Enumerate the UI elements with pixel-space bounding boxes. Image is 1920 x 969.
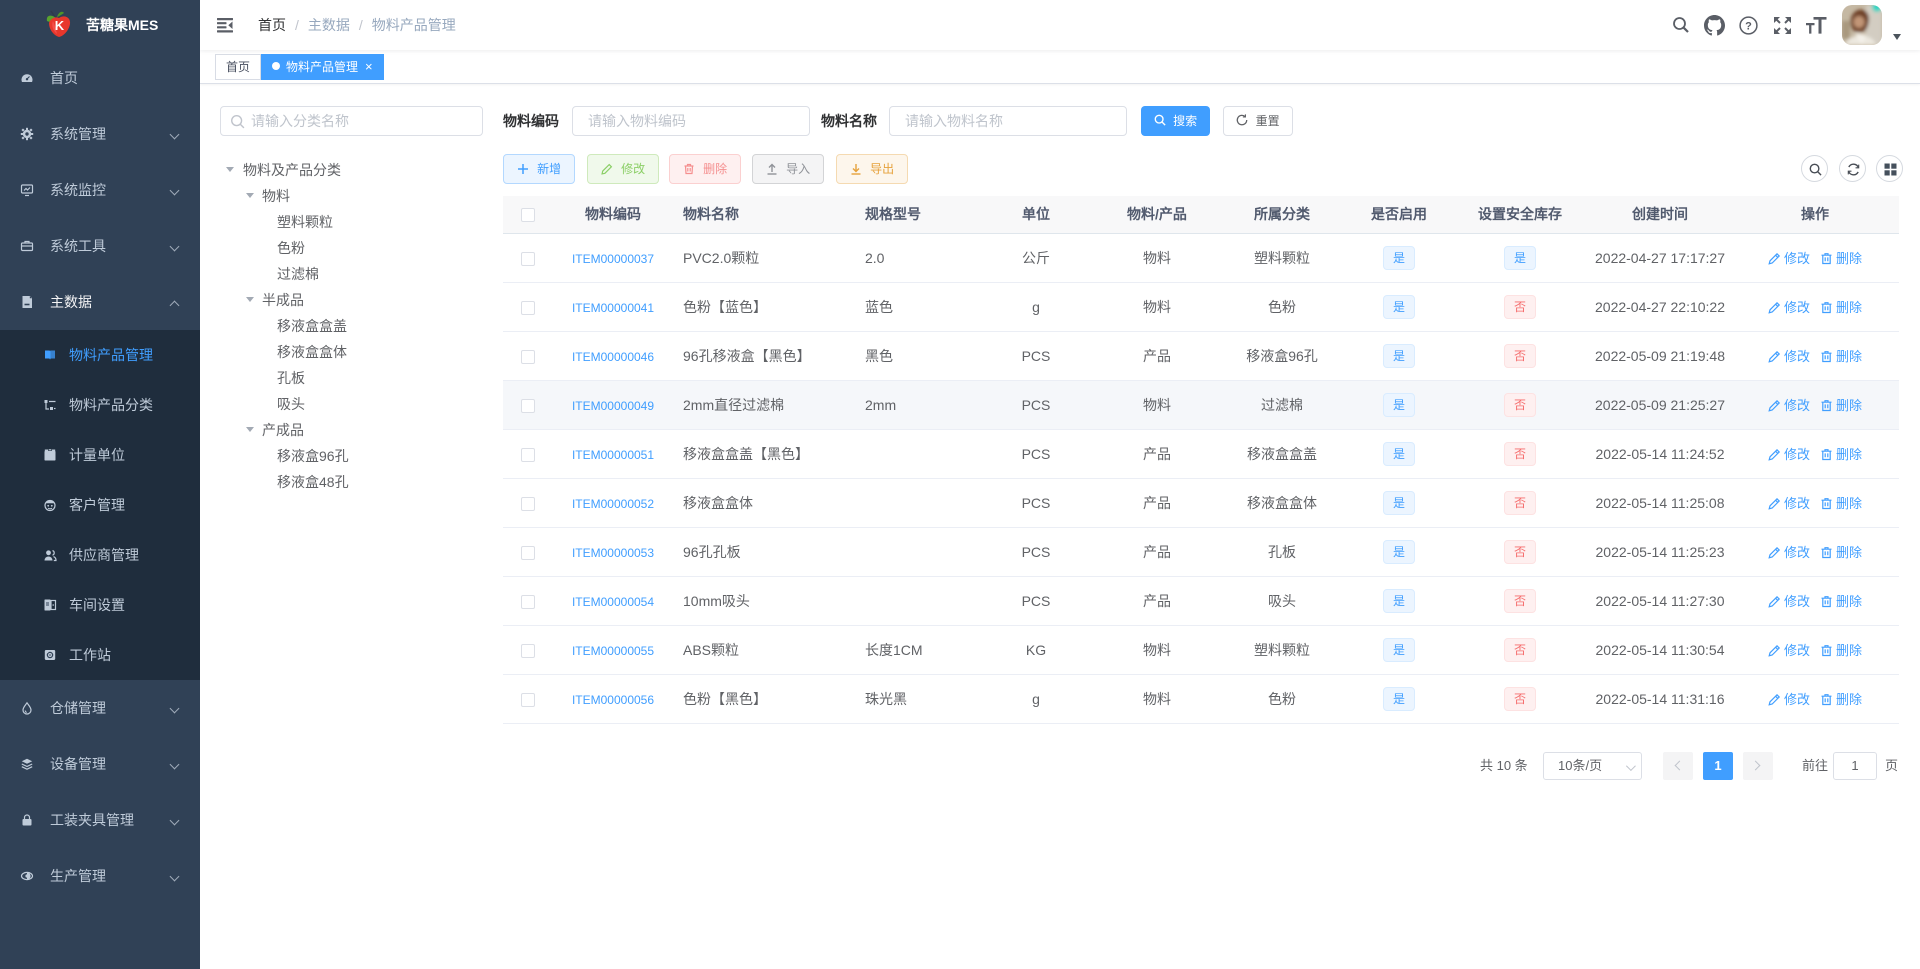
svg-text:K: K — [55, 18, 65, 33]
svg-text:?: ? — [1745, 20, 1752, 32]
